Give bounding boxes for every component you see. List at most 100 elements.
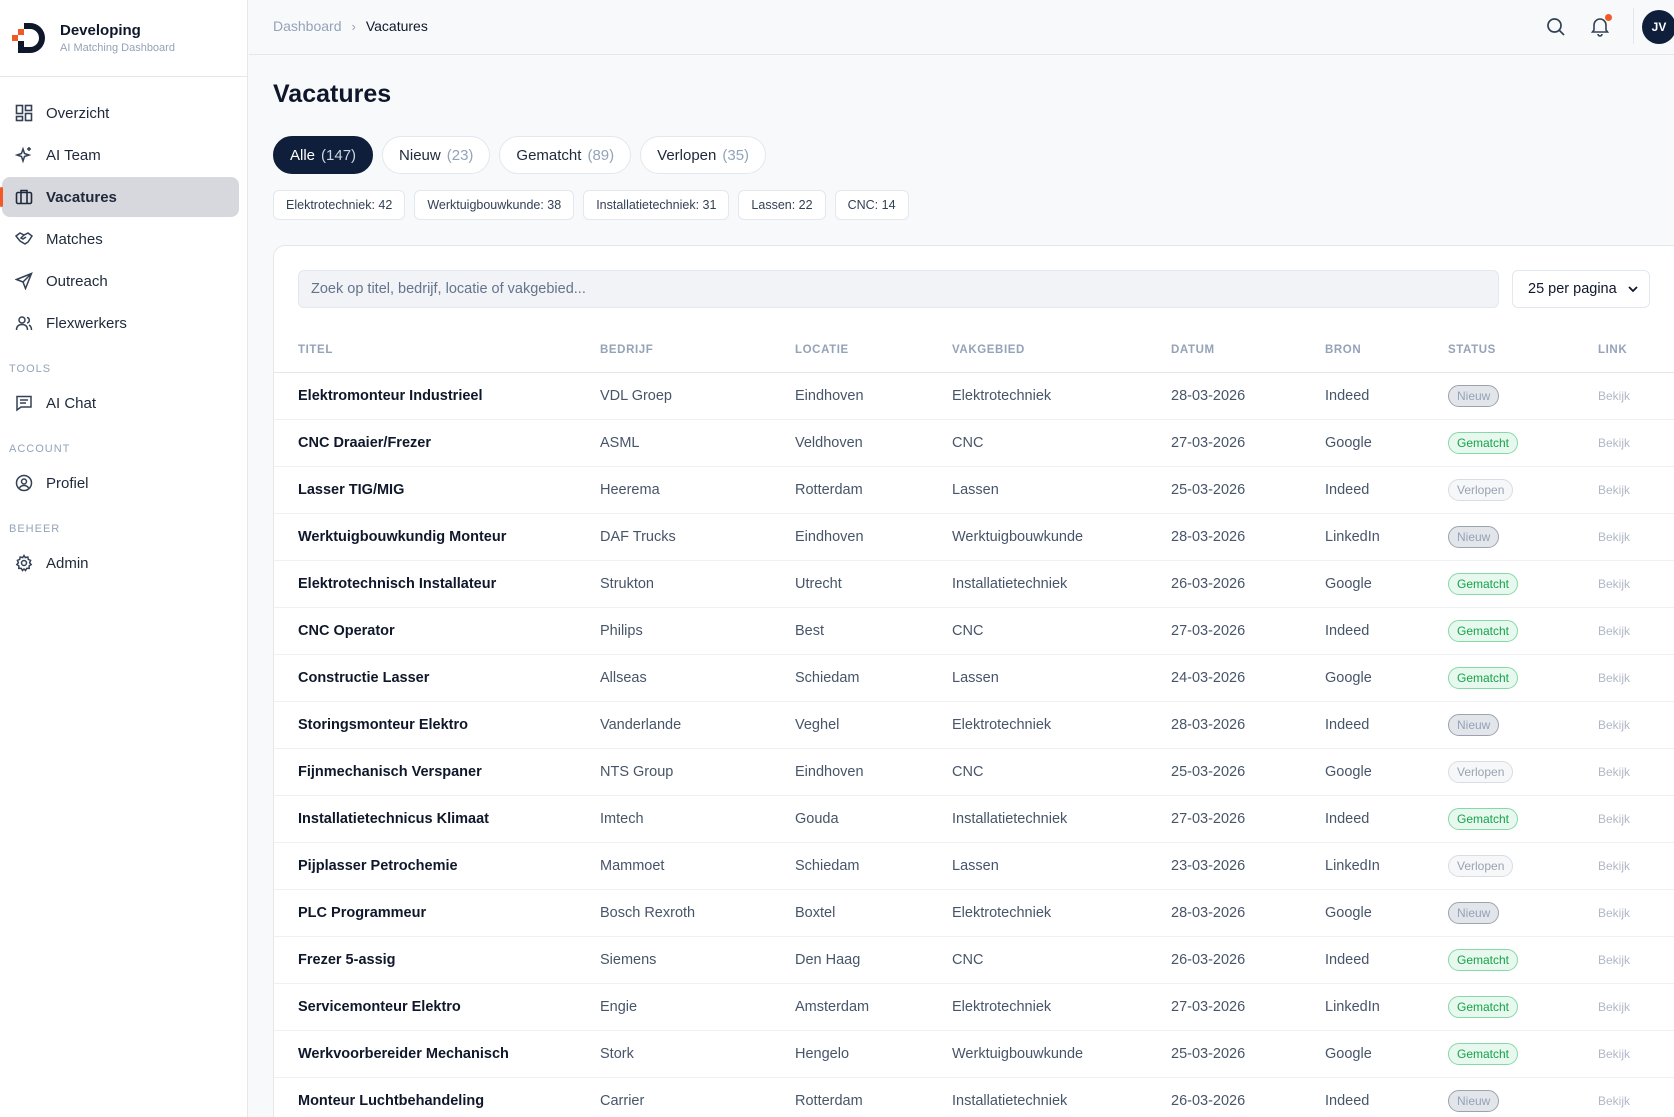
bekijk-link[interactable]: Bekijk [1598, 436, 1630, 450]
sidebar-item-overzicht[interactable]: Overzicht [2, 93, 239, 133]
bekijk-link[interactable]: Bekijk [1598, 483, 1630, 497]
cell-link: Bekijk [1598, 983, 1674, 1031]
nav-section-beheer: BEHEER [9, 523, 61, 535]
cell-vakgebied: Elektrotechniek [952, 372, 1171, 420]
cell-titel: Werktuigbouwkundig Monteur [274, 513, 600, 561]
tab-nieuw[interactable]: Nieuw (23) [382, 136, 491, 174]
table-row[interactable]: Elektromonteur Industrieel VDL Groep Eindh… [274, 372, 1674, 420]
bekijk-link[interactable]: Bekijk [1598, 906, 1630, 920]
table-row[interactable]: Elektrotechnisch Installateur Strukton Utr… [274, 560, 1674, 608]
table-row[interactable]: Constructie Lasser Allseas Schiedam Lassen 2… [274, 654, 1674, 702]
cell-bedrijf: Imtech [600, 795, 795, 843]
cell-titel: Monteur Luchtbehandeling [274, 1077, 600, 1117]
cell-bron: LinkedIn [1325, 513, 1448, 561]
table-row[interactable]: CNC Draaier/Frezer ASML Veldhoven CNC 27-03-… [274, 419, 1674, 467]
per-page-select[interactable]: 25 per pagina [1512, 270, 1650, 308]
chip-installatietechniek[interactable]: Installatietechniek: 31 [583, 190, 730, 220]
bekijk-link[interactable]: Bekijk [1598, 1047, 1630, 1061]
sidebar-item-vacatures[interactable]: Vacatures [0, 177, 239, 217]
table-row[interactable]: Pijplasser Petrochemie Mammoet Schiedam Las… [274, 842, 1674, 890]
sidebar-item-admin[interactable]: Admin [2, 543, 239, 583]
column-header-datum[interactable]: DATUM [1171, 329, 1325, 373]
cell-titel: CNC Draaier/Frezer [274, 419, 600, 467]
cell-locatie: Den Haag [795, 936, 952, 984]
table-row[interactable]: Fijnmechanisch Verspaner NTS Group Eindhov… [274, 748, 1674, 796]
column-header-vakgebied[interactable]: VAKGEBIED [952, 329, 1171, 373]
bekijk-link[interactable]: Bekijk [1598, 718, 1630, 732]
table-row[interactable]: Frezer 5-assig Siemens Den Haag CNC 26-03-20… [274, 936, 1674, 984]
cell-bron: Indeed [1325, 1077, 1448, 1117]
page-title: Vacatures [273, 80, 392, 108]
cell-datum: 25-03-2026 [1171, 1030, 1325, 1078]
bekijk-link[interactable]: Bekijk [1598, 1000, 1630, 1014]
table-row[interactable]: PLC Programmeur Bosch Rexroth Boxtel Elektr… [274, 889, 1674, 937]
bekijk-link[interactable]: Bekijk [1598, 1094, 1630, 1108]
tab-alle[interactable]: Alle (147) [273, 136, 374, 174]
cell-status: Nieuw [1448, 1077, 1598, 1117]
cell-locatie: Gouda [795, 795, 952, 843]
bekijk-link[interactable]: Bekijk [1598, 765, 1630, 779]
bekijk-link[interactable]: Bekijk [1598, 953, 1630, 967]
table-row[interactable]: Servicemonteur Elektro Engie Amsterdam Elek… [274, 983, 1674, 1031]
column-header-bedrijf[interactable]: BEDRIJF [600, 329, 795, 373]
breadcrumb-current: Vacatures [365, 18, 428, 34]
table-row[interactable]: Lasser TIG/MIG Heerema Rotterdam Lassen 25-0… [274, 466, 1674, 514]
column-header-titel[interactable]: TITEL [274, 329, 600, 373]
bekijk-link[interactable]: Bekijk [1598, 812, 1630, 826]
bekijk-link[interactable]: Bekijk [1598, 577, 1630, 591]
cell-bron: Google [1325, 748, 1448, 796]
cell-bedrijf: Carrier [600, 1077, 795, 1117]
cell-locatie: Rotterdam [795, 1077, 952, 1117]
bekijk-link[interactable]: Bekijk [1598, 624, 1630, 638]
bekijk-link[interactable]: Bekijk [1598, 530, 1630, 544]
sidebar-item-label: Outreach [46, 272, 108, 290]
avatar[interactable]: JV [1642, 10, 1674, 44]
cell-status: Gematcht [1448, 560, 1598, 608]
cell-link: Bekijk [1598, 419, 1674, 467]
bekijk-link[interactable]: Bekijk [1598, 671, 1630, 685]
bell-icon[interactable] [1589, 14, 1612, 37]
sidebar-item-matches[interactable]: Matches [2, 219, 239, 259]
sidebar-item-profiel[interactable]: Profiel [2, 463, 239, 503]
tab-verlopen[interactable]: Verlopen (35) [640, 136, 767, 174]
column-header-locatie[interactable]: LOCATIE [795, 329, 952, 373]
column-header-status[interactable]: STATUS [1448, 329, 1598, 373]
tab-gematcht[interactable]: Gematcht (89) [499, 136, 632, 174]
brand[interactable]: Developing AI Matching Dashboard [0, 0, 247, 77]
table-row[interactable]: CNC Operator Philips Best CNC 27-03-2026 Inde… [274, 607, 1674, 655]
sidebar: Developing AI Matching Dashboard Overzic… [0, 0, 248, 1117]
table-row[interactable]: Monteur Luchtbehandeling Carrier Rotterdam… [274, 1077, 1674, 1117]
status-badge: Gematcht [1448, 431, 1519, 454]
chip-lassen[interactable]: Lassen: 22 [738, 190, 826, 220]
cell-link: Bekijk [1598, 1030, 1674, 1078]
table-row[interactable]: Werkvoorbereider Mechanisch Stork Hengelo W… [274, 1030, 1674, 1078]
cell-link: Bekijk [1598, 466, 1674, 514]
chip-werktuigbouwkunde[interactable]: Werktuigbouwkunde: 38 [414, 190, 575, 220]
table-row[interactable]: Storingsmonteur Elektro Vanderlande Veghel… [274, 701, 1674, 749]
nav-section-account: ACCOUNT [9, 443, 71, 455]
status-badge: Verlopen [1448, 478, 1514, 501]
sidebar-item-outreach[interactable]: Outreach [2, 261, 239, 301]
cell-titel: PLC Programmeur [274, 889, 600, 937]
cell-datum: 27-03-2026 [1171, 795, 1325, 843]
table-row[interactable]: Installatietechnicus Klimaat Imtech Gouda I… [274, 795, 1674, 843]
sidebar-item-ai-team[interactable]: AI Team [2, 135, 239, 175]
chip-cnc[interactable]: CNC: 14 [834, 190, 909, 220]
status-badge: Gematcht [1448, 1042, 1519, 1065]
cell-bron: LinkedIn [1325, 842, 1448, 890]
bekijk-link[interactable]: Bekijk [1598, 389, 1630, 403]
chip-elektrotechniek[interactable]: Elektrotechniek: 42 [273, 190, 406, 220]
sidebar-item-ai-chat[interactable]: AI Chat [2, 383, 239, 423]
table-row[interactable]: Werktuigbouwkundig Monteur DAF Trucks Eind… [274, 513, 1674, 561]
cell-datum: 28-03-2026 [1171, 372, 1325, 420]
breadcrumb-dashboard[interactable]: Dashboard [273, 18, 342, 34]
search-input[interactable] [298, 270, 1499, 308]
search-icon[interactable] [1545, 16, 1567, 38]
cell-vakgebied: Lassen [952, 654, 1171, 702]
bekijk-link[interactable]: Bekijk [1598, 859, 1630, 873]
cell-vakgebied: Elektrotechniek [952, 983, 1171, 1031]
cell-status: Gematcht [1448, 936, 1598, 984]
sidebar-item-flexwerkers[interactable]: Flexwerkers [2, 303, 239, 343]
column-header-bron[interactable]: BRON [1325, 329, 1448, 373]
status-badge: Nieuw [1448, 525, 1500, 548]
